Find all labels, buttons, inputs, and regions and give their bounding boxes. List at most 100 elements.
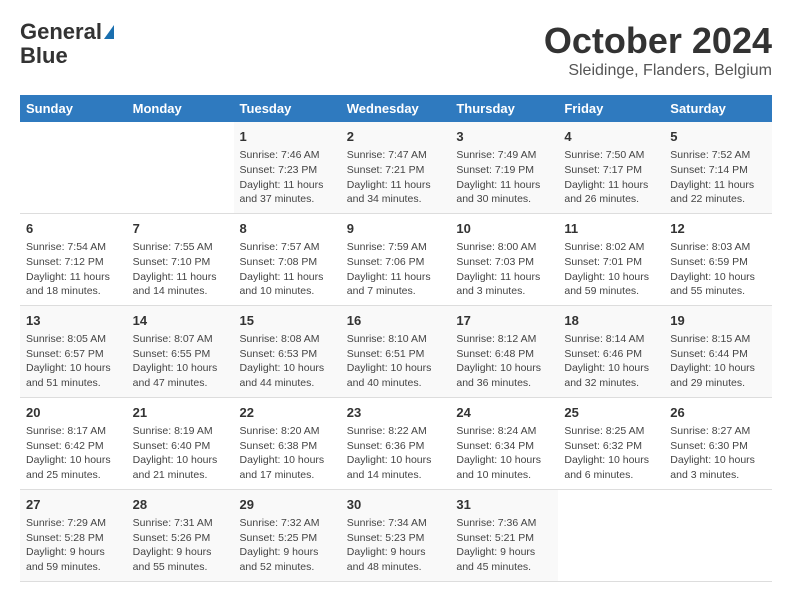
- day-info: Sunrise: 8:02 AM Sunset: 7:01 PM Dayligh…: [564, 240, 658, 299]
- day-number: 7: [133, 220, 228, 238]
- calendar-cell: [664, 489, 772, 581]
- day-info: Sunrise: 8:20 AM Sunset: 6:38 PM Dayligh…: [240, 424, 335, 483]
- weekday-header-wednesday: Wednesday: [341, 95, 451, 122]
- day-number: 4: [564, 128, 658, 146]
- day-info: Sunrise: 7:52 AM Sunset: 7:14 PM Dayligh…: [670, 148, 766, 207]
- day-info: Sunrise: 7:55 AM Sunset: 7:10 PM Dayligh…: [133, 240, 228, 299]
- day-number: 5: [670, 128, 766, 146]
- day-info: Sunrise: 8:14 AM Sunset: 6:46 PM Dayligh…: [564, 332, 658, 391]
- day-number: 28: [133, 496, 228, 514]
- calendar-week-row: 1 Sunrise: 7:46 AM Sunset: 7:23 PM Daylig…: [20, 122, 772, 213]
- day-info: Sunrise: 8:17 AM Sunset: 6:42 PM Dayligh…: [26, 424, 121, 483]
- calendar-cell: 3 Sunrise: 7:49 AM Sunset: 7:19 PM Daylig…: [450, 122, 558, 213]
- day-number: 14: [133, 312, 228, 330]
- calendar-cell: [127, 122, 234, 213]
- calendar-cell: [558, 489, 664, 581]
- day-number: 29: [240, 496, 335, 514]
- calendar-cell: [20, 122, 127, 213]
- logo: General Blue: [20, 20, 114, 68]
- calendar-cell: 28 Sunrise: 7:31 AM Sunset: 5:26 PM Dayli…: [127, 489, 234, 581]
- calendar-header-row: SundayMondayTuesdayWednesdayThursdayFrid…: [20, 95, 772, 122]
- day-info: Sunrise: 7:59 AM Sunset: 7:06 PM Dayligh…: [347, 240, 445, 299]
- calendar-cell: 10 Sunrise: 8:00 AM Sunset: 7:03 PM Dayli…: [450, 213, 558, 305]
- calendar-cell: 2 Sunrise: 7:47 AM Sunset: 7:21 PM Daylig…: [341, 122, 451, 213]
- day-info: Sunrise: 8:19 AM Sunset: 6:40 PM Dayligh…: [133, 424, 228, 483]
- calendar-cell: 29 Sunrise: 7:32 AM Sunset: 5:25 PM Dayli…: [234, 489, 341, 581]
- calendar-cell: 14Sunrise: 8:07 AM Sunset: 6:55 PM Dayli…: [127, 305, 234, 397]
- day-info: Sunrise: 7:50 AM Sunset: 7:17 PM Dayligh…: [564, 148, 658, 207]
- weekday-header-saturday: Saturday: [664, 95, 772, 122]
- calendar-cell: 6Sunrise: 7:54 AM Sunset: 7:12 PM Daylig…: [20, 213, 127, 305]
- weekday-header-monday: Monday: [127, 95, 234, 122]
- calendar-week-row: 13 Sunrise: 8:05 AM Sunset: 6:57 PM Dayli…: [20, 305, 772, 397]
- calendar-cell: 15 Sunrise: 8:08 AM Sunset: 6:53 PM Dayli…: [234, 305, 341, 397]
- calendar-cell: 12 Sunrise: 8:03 AM Sunset: 6:59 PM Dayli…: [664, 213, 772, 305]
- day-info: Sunrise: 8:05 AM Sunset: 6:57 PM Dayligh…: [26, 332, 121, 391]
- day-number: 3: [456, 128, 552, 146]
- title-area: October 2024 Sleidinge, Flanders, Belgiu…: [544, 20, 772, 80]
- day-info: Sunrise: 8:27 AM Sunset: 6:30 PM Dayligh…: [670, 424, 766, 483]
- day-info: Sunrise: 8:08 AM Sunset: 6:53 PM Dayligh…: [240, 332, 335, 391]
- calendar-cell: 13 Sunrise: 8:05 AM Sunset: 6:57 PM Dayli…: [20, 305, 127, 397]
- day-number: 27: [26, 496, 121, 514]
- day-number: 12: [670, 220, 766, 238]
- calendar-cell: 31 Sunrise: 7:36 AM Sunset: 5:21 PM Dayli…: [450, 489, 558, 581]
- day-number: 13: [26, 312, 121, 330]
- calendar-cell: 23Sunrise: 8:22 AM Sunset: 6:36 PM Dayli…: [341, 397, 451, 489]
- calendar-cell: 24 Sunrise: 8:24 AM Sunset: 6:34 PM Dayli…: [450, 397, 558, 489]
- weekday-header-tuesday: Tuesday: [234, 95, 341, 122]
- calendar-cell: 21Sunrise: 8:19 AM Sunset: 6:40 PM Dayli…: [127, 397, 234, 489]
- day-number: 2: [347, 128, 445, 146]
- day-info: Sunrise: 7:31 AM Sunset: 5:26 PM Dayligh…: [133, 516, 228, 575]
- day-info: Sunrise: 8:15 AM Sunset: 6:44 PM Dayligh…: [670, 332, 766, 391]
- calendar-cell: 30Sunrise: 7:34 AM Sunset: 5:23 PM Dayli…: [341, 489, 451, 581]
- weekday-header-sunday: Sunday: [20, 95, 127, 122]
- day-info: Sunrise: 7:57 AM Sunset: 7:08 PM Dayligh…: [240, 240, 335, 299]
- calendar-cell: 19 Sunrise: 8:15 AM Sunset: 6:44 PM Dayli…: [664, 305, 772, 397]
- day-number: 24: [456, 404, 552, 422]
- calendar-cell: 5 Sunrise: 7:52 AM Sunset: 7:14 PM Daylig…: [664, 122, 772, 213]
- day-info: Sunrise: 8:03 AM Sunset: 6:59 PM Dayligh…: [670, 240, 766, 299]
- day-info: Sunrise: 8:25 AM Sunset: 6:32 PM Dayligh…: [564, 424, 658, 483]
- day-number: 19: [670, 312, 766, 330]
- day-info: Sunrise: 7:36 AM Sunset: 5:21 PM Dayligh…: [456, 516, 552, 575]
- day-number: 1: [240, 128, 335, 146]
- day-info: Sunrise: 7:29 AM Sunset: 5:28 PM Dayligh…: [26, 516, 121, 575]
- day-number: 26: [670, 404, 766, 422]
- day-number: 31: [456, 496, 552, 514]
- day-number: 15: [240, 312, 335, 330]
- day-number: 16: [347, 312, 445, 330]
- calendar-week-row: 20 Sunrise: 8:17 AM Sunset: 6:42 PM Dayli…: [20, 397, 772, 489]
- day-info: Sunrise: 7:32 AM Sunset: 5:25 PM Dayligh…: [240, 516, 335, 575]
- day-number: 18: [564, 312, 658, 330]
- day-number: 9: [347, 220, 445, 238]
- day-number: 17: [456, 312, 552, 330]
- day-number: 20: [26, 404, 121, 422]
- page-header: General Blue October 2024 Sleidinge, Fla…: [20, 20, 772, 80]
- day-number: 22: [240, 404, 335, 422]
- logo-text-general: General: [20, 20, 102, 44]
- weekday-header-thursday: Thursday: [450, 95, 558, 122]
- day-info: Sunrise: 7:49 AM Sunset: 7:19 PM Dayligh…: [456, 148, 552, 207]
- location-subtitle: Sleidinge, Flanders, Belgium: [544, 62, 772, 80]
- day-info: Sunrise: 8:10 AM Sunset: 6:51 PM Dayligh…: [347, 332, 445, 391]
- day-number: 30: [347, 496, 445, 514]
- day-info: Sunrise: 8:00 AM Sunset: 7:03 PM Dayligh…: [456, 240, 552, 299]
- day-number: 11: [564, 220, 658, 238]
- calendar-cell: 27 Sunrise: 7:29 AM Sunset: 5:28 PM Dayli…: [20, 489, 127, 581]
- calendar-cell: 4 Sunrise: 7:50 AM Sunset: 7:17 PM Daylig…: [558, 122, 664, 213]
- day-number: 10: [456, 220, 552, 238]
- calendar-week-row: 6Sunrise: 7:54 AM Sunset: 7:12 PM Daylig…: [20, 213, 772, 305]
- calendar-cell: 25Sunrise: 8:25 AM Sunset: 6:32 PM Dayli…: [558, 397, 664, 489]
- logo-text-blue: Blue: [20, 44, 68, 68]
- day-info: Sunrise: 7:47 AM Sunset: 7:21 PM Dayligh…: [347, 148, 445, 207]
- calendar-table: SundayMondayTuesdayWednesdayThursdayFrid…: [20, 95, 772, 582]
- calendar-cell: 20 Sunrise: 8:17 AM Sunset: 6:42 PM Dayli…: [20, 397, 127, 489]
- day-info: Sunrise: 7:46 AM Sunset: 7:23 PM Dayligh…: [240, 148, 335, 207]
- calendar-cell: 1 Sunrise: 7:46 AM Sunset: 7:23 PM Daylig…: [234, 122, 341, 213]
- day-info: Sunrise: 8:22 AM Sunset: 6:36 PM Dayligh…: [347, 424, 445, 483]
- logo-arrow-icon: [104, 25, 114, 39]
- day-info: Sunrise: 8:24 AM Sunset: 6:34 PM Dayligh…: [456, 424, 552, 483]
- calendar-cell: 22 Sunrise: 8:20 AM Sunset: 6:38 PM Dayli…: [234, 397, 341, 489]
- day-info: Sunrise: 8:12 AM Sunset: 6:48 PM Dayligh…: [456, 332, 552, 391]
